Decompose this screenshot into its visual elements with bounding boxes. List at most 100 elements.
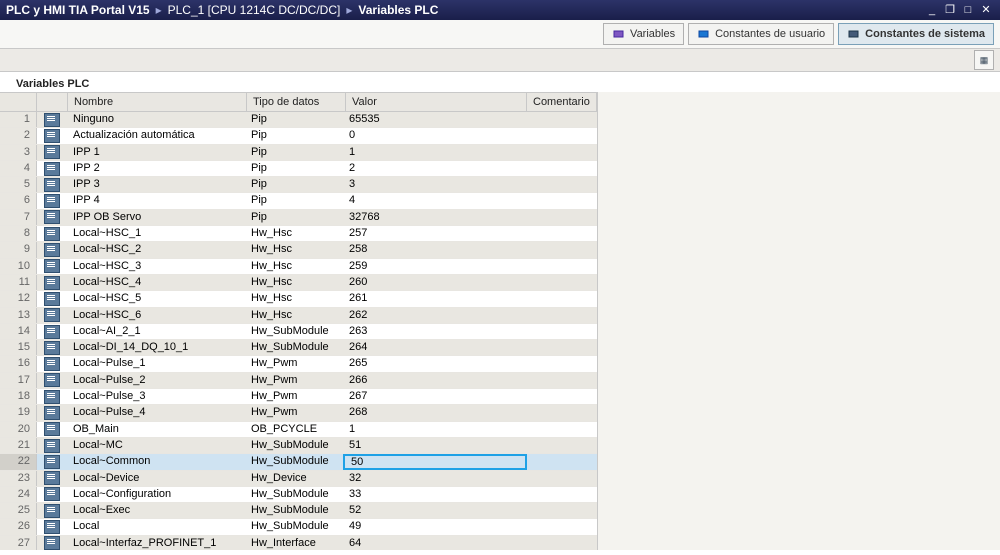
col-header-comment[interactable]: Comentario [527,93,597,111]
cell-value[interactable]: 65535 [343,112,523,127]
cell-value[interactable]: 64 [343,536,523,550]
cell-value[interactable]: 32 [343,471,523,486]
cell-dtype[interactable]: Hw_Device [245,471,343,486]
cell-dtype[interactable]: Pip [245,210,343,225]
cell-name[interactable]: Local~Pulse_4 [67,405,245,420]
table-row[interactable]: 22Local~CommonHw_SubModule50 [0,454,597,470]
cell-dtype[interactable]: Pip [245,145,343,160]
cell-comment[interactable] [523,422,597,437]
col-header-name[interactable]: Nombre [68,93,247,111]
cell-value[interactable]: 264 [343,340,523,355]
cell-dtype[interactable]: OB_PCYCLE [245,422,343,437]
cell-comment[interactable] [523,161,597,176]
cell-comment[interactable] [523,471,597,486]
cell-dtype[interactable]: Pip [245,128,343,143]
cell-name[interactable]: IPP 3 [67,177,245,192]
col-header-value[interactable]: Valor [346,93,527,111]
cell-name[interactable]: Local~HSC_3 [67,259,245,274]
cell-name[interactable]: Local~Pulse_1 [67,356,245,371]
cell-comment[interactable] [523,405,597,420]
cell-value[interactable]: 265 [343,356,523,371]
cell-value[interactable]: 268 [343,405,523,420]
cell-value[interactable]: 49 [343,519,523,534]
cell-name[interactable]: Local~Pulse_3 [67,389,245,404]
cell-name[interactable]: Local [67,519,245,534]
cell-comment[interactable] [523,226,597,241]
cell-comment[interactable] [523,291,597,306]
cell-name[interactable]: Local~HSC_2 [67,242,245,257]
table-row[interactable]: 17Local~Pulse_2Hw_Pwm266 [0,373,597,389]
cell-comment[interactable] [523,210,597,225]
cell-dtype[interactable]: Hw_Hsc [245,259,343,274]
cell-comment[interactable] [523,177,597,192]
tab-system-constants[interactable]: Constantes de sistema [838,23,994,45]
cell-comment[interactable] [523,356,597,371]
cell-name[interactable]: OB_Main [67,422,245,437]
table-row[interactable]: 25Local~ExecHw_SubModule52 [0,503,597,519]
table-row[interactable]: 1NingunoPip65535 [0,112,597,128]
cell-dtype[interactable]: Hw_Pwm [245,389,343,404]
tab-user-constants[interactable]: Constantes de usuario [688,23,834,45]
cell-value[interactable]: 51 [343,438,523,453]
cell-dtype[interactable]: Hw_Hsc [245,275,343,290]
cell-value[interactable]: 50 [343,454,527,470]
cell-name[interactable]: IPP OB Servo [67,210,245,225]
table-row[interactable]: 15Local~DI_14_DQ_10_1Hw_SubModule264 [0,340,597,356]
cell-comment[interactable] [523,503,597,518]
cell-comment[interactable] [523,438,597,453]
cell-comment[interactable] [527,454,597,469]
table-row[interactable]: 5IPP 3Pip3 [0,177,597,193]
cell-name[interactable]: Local~HSC_1 [67,226,245,241]
cell-value[interactable]: 3 [343,177,523,192]
cell-dtype[interactable]: Hw_SubModule [245,519,343,534]
cell-name[interactable]: IPP 1 [67,145,245,160]
col-header-icon[interactable] [37,93,68,111]
table-row[interactable]: 26LocalHw_SubModule49 [0,519,597,535]
cell-comment[interactable] [523,373,597,388]
cell-value[interactable]: 257 [343,226,523,241]
table-row[interactable]: 23Local~DeviceHw_Device32 [0,471,597,487]
table-row[interactable]: 2Actualización automáticaPip0 [0,128,597,144]
cell-dtype[interactable]: Pip [245,177,343,192]
tab-variables[interactable]: Variables [603,23,684,45]
cell-dtype[interactable]: Pip [245,112,343,127]
table-row[interactable]: 6IPP 4Pip4 [0,193,597,209]
cell-comment[interactable] [523,487,597,502]
cell-value[interactable]: 2 [343,161,523,176]
cell-value[interactable]: 0 [343,128,523,143]
table-row[interactable]: 24Local~ConfigurationHw_SubModule33 [0,487,597,503]
cell-comment[interactable] [523,308,597,323]
window-maximize-button[interactable]: □ [960,3,976,17]
cell-value[interactable]: 266 [343,373,523,388]
cell-dtype[interactable]: Hw_Pwm [245,356,343,371]
table-row[interactable]: 9Local~HSC_2Hw_Hsc258 [0,242,597,258]
cell-value[interactable]: 260 [343,275,523,290]
cell-name[interactable]: Local~Exec [67,503,245,518]
cell-value[interactable]: 33 [343,487,523,502]
cell-name[interactable]: Local~AI_2_1 [67,324,245,339]
cell-value[interactable]: 1 [343,145,523,160]
cell-value[interactable]: 259 [343,259,523,274]
cell-comment[interactable] [523,242,597,257]
table-row[interactable]: 27Local~Interfaz_PROFINET_1Hw_Interface6… [0,536,597,550]
table-row[interactable]: 19Local~Pulse_4Hw_Pwm268 [0,405,597,421]
cell-comment[interactable] [523,128,597,143]
table-row[interactable]: 4IPP 2Pip2 [0,161,597,177]
cell-value[interactable]: 52 [343,503,523,518]
cell-dtype[interactable]: Hw_Pwm [245,373,343,388]
cell-dtype[interactable]: Hw_Pwm [245,405,343,420]
cell-value[interactable]: 4 [343,193,523,208]
cell-value[interactable]: 258 [343,242,523,257]
cell-dtype[interactable]: Pip [245,161,343,176]
table-row[interactable]: 11Local~HSC_4Hw_Hsc260 [0,275,597,291]
cell-dtype[interactable]: Hw_SubModule [245,487,343,502]
cell-value[interactable]: 263 [343,324,523,339]
cell-dtype[interactable]: Pip [245,193,343,208]
window-restore-button[interactable]: ❐ [942,3,958,17]
cell-dtype[interactable]: Hw_Hsc [245,291,343,306]
cell-name[interactable]: Local~Device [67,471,245,486]
table-row[interactable]: 10Local~HSC_3Hw_Hsc259 [0,259,597,275]
cell-value[interactable]: 1 [343,422,523,437]
cell-name[interactable]: Local~Pulse_2 [67,373,245,388]
cell-value[interactable]: 267 [343,389,523,404]
